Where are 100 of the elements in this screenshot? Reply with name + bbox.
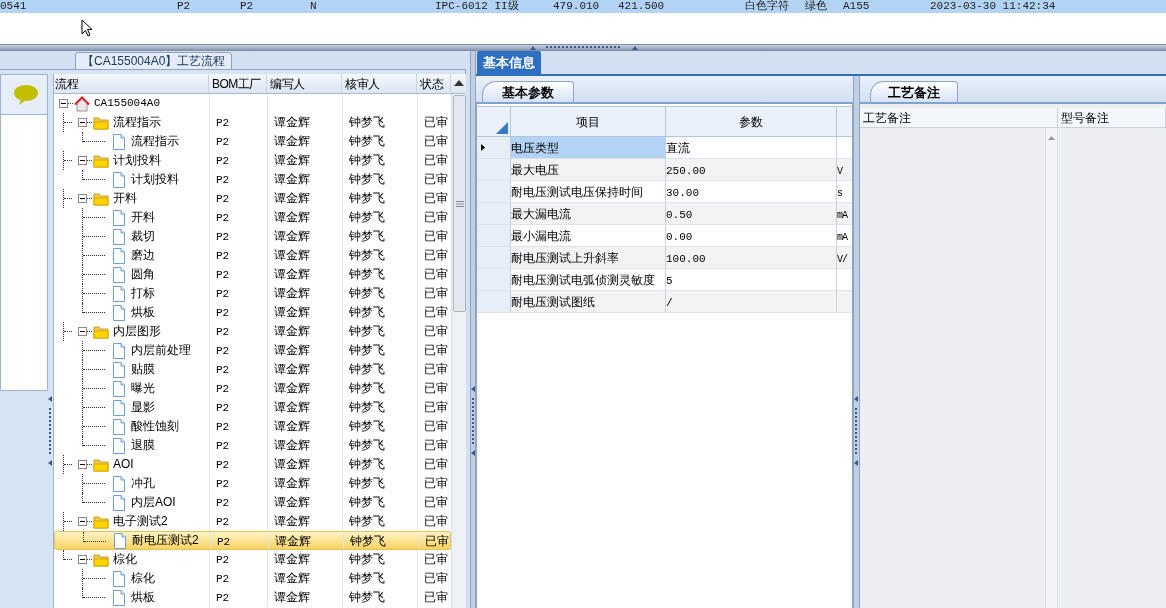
- column-header[interactable]: 状态: [417, 74, 451, 93]
- table-cell: 已审: [424, 571, 448, 585]
- tree-item[interactable]: 贴膜: [130, 361, 156, 378]
- table-cell: 谭金辉: [274, 590, 310, 604]
- table-cell: 绿色: [805, 0, 827, 12]
- column-header[interactable]: 编写人: [267, 74, 342, 93]
- splitter-grip-icon[interactable]: [48, 396, 52, 466]
- tree-item[interactable]: CA155004A0: [93, 95, 161, 112]
- corner-triangle-icon[interactable]: [496, 122, 508, 134]
- tree-item[interactable]: 计划投料: [112, 152, 162, 169]
- tree-item[interactable]: 流程指示: [112, 114, 162, 131]
- table-cell: 479.010: [553, 0, 600, 12]
- splitter-grip-icon[interactable]: [854, 396, 859, 466]
- table-cell: P2: [216, 231, 230, 243]
- scrollbar[interactable]: [451, 94, 466, 608]
- tree-item[interactable]: 耐电压测试2: [131, 532, 200, 549]
- table-cell: 谭金辉: [274, 210, 310, 224]
- scroll-up-icon[interactable]: [454, 80, 464, 86]
- tree-item[interactable]: 内层前处理: [130, 342, 192, 359]
- tree-item[interactable]: 计划投料: [130, 171, 180, 188]
- tree-item[interactable]: 开料: [130, 209, 156, 226]
- panel-tab[interactable]: 【CA155004A0】工艺流程: [75, 52, 233, 70]
- tree-item[interactable]: 开料: [112, 190, 138, 207]
- table-cell: 钟梦飞: [349, 514, 385, 528]
- table-cell: P2: [216, 421, 230, 433]
- scrollbar[interactable]: [1045, 128, 1058, 608]
- tree-item[interactable]: 棕化: [130, 570, 156, 587]
- collapse-icon[interactable]: [78, 327, 87, 336]
- table-cell: 钟梦飞: [349, 476, 385, 490]
- table-cell: 0541: [0, 0, 27, 12]
- tree-item[interactable]: 退膜: [130, 437, 156, 454]
- tab[interactable]: 基本信息: [477, 51, 541, 74]
- tree-item[interactable]: 流程指示: [130, 133, 180, 150]
- table-cell: 已审: [424, 286, 448, 300]
- table-cell: 谭金辉: [274, 267, 310, 281]
- collapse-icon[interactable]: [78, 156, 87, 165]
- folder-icon: [93, 152, 109, 169]
- table-cell: 谭金辉: [274, 248, 310, 262]
- table-cell: 谭金辉: [274, 514, 310, 528]
- table-cell: 钟梦飞: [349, 571, 385, 585]
- tree-item[interactable]: 棕化: [112, 551, 138, 568]
- table-cell: P2: [216, 117, 230, 129]
- column-header[interactable]: BOM工厂: [209, 74, 267, 93]
- document-icon: [111, 133, 127, 150]
- document-icon: [111, 380, 127, 397]
- tree-item[interactable]: 电子测试2: [112, 513, 169, 530]
- collapse-icon[interactable]: [78, 555, 87, 564]
- table-cell: /: [666, 297, 673, 309]
- column-header[interactable]: 流程: [54, 74, 209, 93]
- tree-item[interactable]: 内层AOI: [130, 494, 177, 511]
- table-cell: 谭金辉: [274, 381, 310, 395]
- column-header[interactable]: 核审人: [342, 74, 417, 93]
- table-cell: P2: [216, 250, 230, 262]
- document-icon: [111, 342, 127, 359]
- table-cell: IPC-6012 II级: [435, 0, 519, 12]
- folder-icon: [93, 323, 109, 340]
- scrollbar-thumb[interactable]: [453, 95, 466, 312]
- tab[interactable]: 工艺备注: [870, 81, 958, 102]
- collapse-icon[interactable]: [78, 460, 87, 469]
- splitter-grip-icon[interactable]: [528, 45, 638, 50]
- tree-item[interactable]: AOI: [112, 456, 135, 473]
- tree-item[interactable]: 打标: [130, 285, 156, 302]
- tree-item[interactable]: 裁切: [130, 228, 156, 245]
- folder-icon: [93, 456, 109, 473]
- table-cell: 钟梦飞: [349, 267, 385, 281]
- row-header[interactable]: [477, 137, 511, 158]
- collapse-icon[interactable]: [78, 194, 87, 203]
- table-cell: 谭金辉: [274, 400, 310, 414]
- table-cell: 谭金辉: [274, 324, 310, 338]
- tree-item[interactable]: 酸性蚀刻: [130, 418, 180, 435]
- tree-item[interactable]: 内层图形: [112, 323, 162, 340]
- table-cell: 谭金辉: [274, 286, 310, 300]
- table-cell: P2: [216, 326, 230, 338]
- collapse-icon[interactable]: [78, 118, 87, 127]
- column-header[interactable]: 型号备注: [1058, 108, 1166, 127]
- collapse-icon[interactable]: [59, 99, 68, 108]
- selected-row[interactable]: 耐电压测试2 P2 谭金辉 钟梦飞 已审: [54, 531, 451, 550]
- column-header[interactable]: 工艺备注: [860, 108, 1058, 127]
- tree-item[interactable]: 烘板: [130, 304, 156, 321]
- table-cell: P2: [216, 383, 230, 395]
- table-cell: 谭金辉: [274, 305, 310, 319]
- column-header[interactable]: 参数: [739, 112, 763, 131]
- tree-item[interactable]: 圆角: [130, 266, 156, 283]
- tree-item[interactable]: 磨边: [130, 247, 156, 264]
- table-cell: P2: [216, 478, 230, 490]
- table-cell: P2: [216, 174, 230, 186]
- table-cell: 谭金辉: [274, 191, 310, 205]
- table-cell: 耐电压测试电压保持时间: [511, 181, 666, 202]
- table-cell: P2: [217, 536, 231, 548]
- table-cell: 谭金辉: [274, 457, 310, 471]
- splitter-grip-icon[interactable]: [471, 386, 475, 456]
- collapse-icon[interactable]: [78, 517, 87, 526]
- tab[interactable]: 基本参数: [482, 81, 574, 102]
- tree-item[interactable]: 曝光: [130, 380, 156, 397]
- column-header[interactable]: 项目: [576, 112, 600, 131]
- tree-item[interactable]: 冲孔: [130, 475, 156, 492]
- tree-item[interactable]: 显影: [130, 399, 156, 416]
- table-cell: 钟梦飞: [349, 305, 385, 319]
- table-cell: P2: [216, 364, 230, 376]
- tree-item[interactable]: 烘板: [130, 589, 156, 606]
